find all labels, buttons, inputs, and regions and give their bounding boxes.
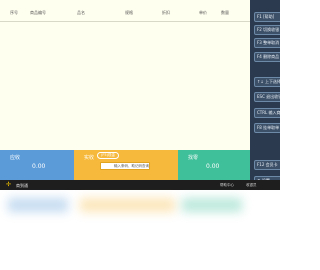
exit-cashier-button[interactable]: ESC 退出收银: [254, 92, 280, 102]
amount-received-label: 实收: [84, 155, 95, 161]
barcode-search-input[interactable]: 输入条码、助记码查询: [100, 162, 150, 170]
pos-screen: 序号 商品编号 品名 规格 折扣 单价 数量 F1 [帮助] F2 切换收银 F…: [0, 0, 280, 270]
reflection-green: [182, 198, 242, 212]
reflection-orange: [80, 198, 175, 212]
status-bar: ✢ 商到通 帮助中心 收银员: [0, 180, 280, 190]
total-due-value: 0.00: [32, 163, 46, 170]
column-header-name: 品名: [77, 10, 85, 15]
arrow-select-button[interactable]: ↑↓ 上下选择: [254, 77, 280, 87]
switch-cashier-button[interactable]: F2 切换收银: [254, 25, 280, 35]
screen-reflection: [0, 190, 280, 270]
change-value: 0.00: [206, 163, 220, 170]
payment-method-badge[interactable]: (F5)现金: [97, 152, 119, 159]
input-item-button[interactable]: CTRL 输入商品: [254, 108, 280, 118]
column-header-discount: 折扣: [162, 10, 170, 15]
column-header-index: 序号: [10, 10, 18, 15]
cashier-user-menu[interactable]: 收银员: [246, 183, 257, 188]
help-button[interactable]: F1 [帮助]: [254, 12, 280, 22]
cancel-order-button[interactable]: F3 整单取消: [254, 38, 280, 48]
app-logo-icon: ✢: [6, 181, 12, 188]
brand-name: 商到通: [16, 183, 28, 188]
change-panel: 找零 0.00: [178, 150, 250, 180]
amount-received-panel: 实收 (F5)现金 输入条码、助记码查询: [74, 150, 178, 180]
help-center-link[interactable]: 帮助中心: [220, 183, 234, 188]
delete-item-button[interactable]: F4 删除商品: [254, 52, 280, 62]
change-label: 找零: [188, 155, 199, 161]
column-header-spec: 规格: [125, 10, 133, 15]
reflection-blue: [8, 198, 68, 212]
hold-order-button[interactable]: F8 挂单取单: [254, 123, 280, 133]
cart-table-header: 序号 商品编号 品名 规格 折扣 单价 数量: [0, 0, 250, 22]
total-due-label: 应收: [10, 155, 21, 161]
column-header-price: 单价: [199, 10, 207, 15]
column-header-code: 商品编号: [30, 10, 46, 15]
member-card-button[interactable]: F12 会员卡: [254, 160, 280, 170]
function-panel: F1 [帮助] F2 切换收银 F3 整单取消 F4 删除商品 ↑↓ 上下选择 …: [250, 0, 280, 190]
total-due-panel: 应收 0.00: [0, 150, 74, 180]
cart-table: 序号 商品编号 品名 规格 折扣 单价 数量: [0, 0, 250, 150]
column-header-quantity: 数量: [221, 10, 229, 15]
